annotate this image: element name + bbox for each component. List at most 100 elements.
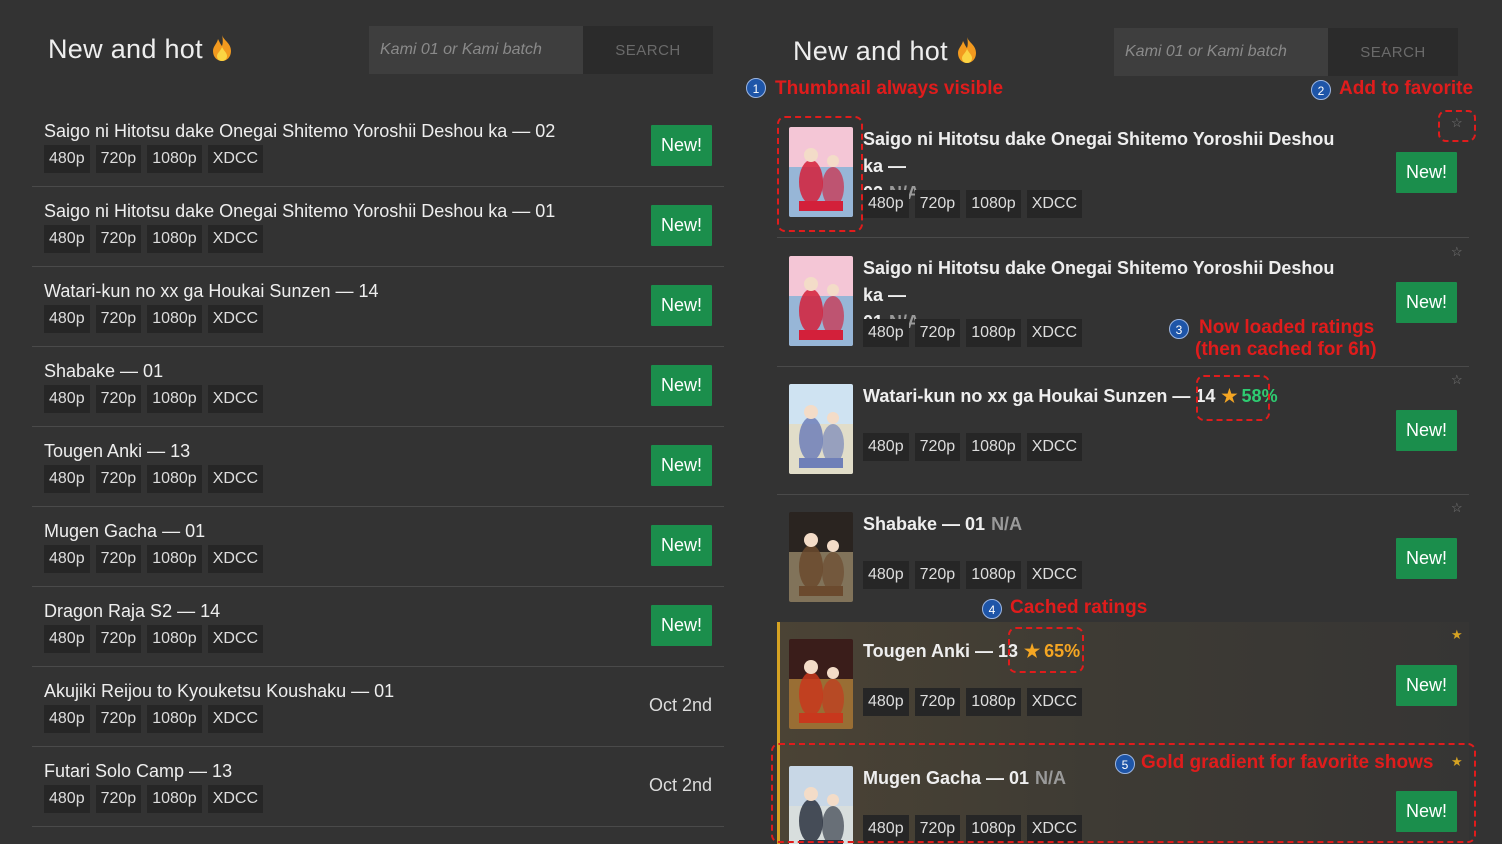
quality-tag-xdcc[interactable]: XDCC [207,465,264,493]
quality-tag-1080p[interactable]: 1080p [147,225,202,253]
quality-tag-720p[interactable]: 720p [95,305,142,333]
quality-tag-xdcc[interactable]: XDCC [207,545,264,573]
quality-tag-1080p[interactable]: 1080p [966,319,1021,347]
quality-tag-xdcc[interactable]: XDCC [1026,319,1083,347]
quality-tag-480p[interactable]: 480p [44,625,90,653]
quality-tag-480p[interactable]: 480p [863,433,909,461]
new-badge[interactable]: New! [651,365,712,406]
episode-title[interactable]: Shabake — 01 [44,361,163,382]
quality-tag-xdcc[interactable]: XDCC [207,625,264,653]
annotation-badge-3: 3 [1169,319,1189,339]
search-input[interactable] [1114,28,1328,76]
episode-title[interactable]: Mugen Gacha — 01 [44,521,205,542]
new-badge[interactable]: New! [1396,665,1457,706]
episode-title[interactable]: Watari-kun no xx ga Houkai Sunzen — 14 [44,281,379,302]
quality-tag-720p[interactable]: 720p [914,433,961,461]
episode-title[interactable]: Futari Solo Camp — 13 [44,761,232,782]
quality-tag-480p[interactable]: 480p [44,225,90,253]
episode-title[interactable]: Saigo ni Hitotsu dake Onegai Shitemo Yor… [44,201,555,222]
annotation-badge-4: 4 [982,599,1002,619]
quality-tag-xdcc[interactable]: XDCC [207,305,264,333]
favorite-star-icon[interactable]: ☆ [1451,372,1463,388]
episode-thumbnail[interactable] [789,256,853,346]
search-button[interactable]: SEARCH [1328,28,1458,76]
quality-tag-720p[interactable]: 720p [914,190,961,218]
new-badge[interactable]: New! [651,285,712,326]
quality-tag-xdcc[interactable]: XDCC [1026,688,1083,716]
favorite-star-icon[interactable]: ☆ [1451,500,1463,516]
quality-tag-720p[interactable]: 720p [95,145,142,173]
annotation-box-rating-cached [1008,627,1084,673]
search-input[interactable] [369,26,583,74]
episode-title[interactable]: Saigo ni Hitotsu dake Onegai Shitemo Yor… [44,121,555,142]
episode-title-text: Watari-kun no xx ga Houkai Sunzen — 14 [863,386,1216,406]
quality-tag-720p[interactable]: 720p [95,785,142,813]
quality-tag-480p[interactable]: 480p [44,385,90,413]
quality-tag-480p[interactable]: 480p [44,305,90,333]
quality-tag-xdcc[interactable]: XDCC [207,785,264,813]
new-badge[interactable]: New! [1396,538,1457,579]
episode-title[interactable]: Shabake — 01 N/A [863,511,1358,538]
quality-tag-720p[interactable]: 720p [914,319,961,347]
quality-tag-720p[interactable]: 720p [914,688,961,716]
new-badge[interactable]: New! [651,605,712,646]
quality-tag-1080p[interactable]: 1080p [147,305,202,333]
favorite-star-icon[interactable]: ☆ [1451,244,1463,260]
new-badge[interactable]: New! [651,445,712,486]
quality-tag-1080p[interactable]: 1080p [966,688,1021,716]
quality-tag-1080p[interactable]: 1080p [147,625,202,653]
new-badge[interactable]: New! [651,205,712,246]
quality-tag-1080p[interactable]: 1080p [966,433,1021,461]
quality-tag-xdcc[interactable]: XDCC [1026,561,1083,589]
quality-tag-720p[interactable]: 720p [95,225,142,253]
new-badge[interactable]: New! [1396,282,1457,323]
search-button[interactable]: SEARCH [583,26,713,74]
episode-title[interactable]: Tougen Anki — 13 [44,441,190,462]
quality-tag-720p[interactable]: 720p [95,385,142,413]
quality-tag-1080p[interactable]: 1080p [147,145,202,173]
quality-tag-480p[interactable]: 480p [863,190,909,218]
quality-tag-xdcc[interactable]: XDCC [207,145,264,173]
quality-tag-xdcc[interactable]: XDCC [207,385,264,413]
quality-tag-480p[interactable]: 480p [44,465,90,493]
episode-thumbnail[interactable] [789,384,853,474]
quality-tag-1080p[interactable]: 1080p [147,465,202,493]
quality-tag-xdcc[interactable]: XDCC [1026,433,1083,461]
quality-tags: 480p 720p 1080p XDCC [44,305,264,333]
quality-tag-480p[interactable]: 480p [863,319,909,347]
new-badge[interactable]: New! [651,525,712,566]
quality-tag-480p[interactable]: 480p [44,785,90,813]
quality-tag-720p[interactable]: 720p [914,561,961,589]
quality-tag-720p[interactable]: 720p [95,545,142,573]
quality-tag-xdcc[interactable]: XDCC [1026,190,1083,218]
quality-tag-xdcc[interactable]: XDCC [207,225,264,253]
favorite-star-filled-icon[interactable]: ★ [1451,627,1463,643]
episode-row: Shabake — 01 480p 720p 1080p XDCC New! [32,347,724,427]
episode-thumbnail[interactable] [789,639,853,729]
episode-title[interactable]: Dragon Raja S2 — 14 [44,601,220,622]
episode-title[interactable]: Tougen Anki — 13 ★ 65% [863,638,1358,665]
quality-tag-480p[interactable]: 480p [44,705,90,733]
quality-tag-1080p[interactable]: 1080p [147,705,202,733]
quality-tag-1080p[interactable]: 1080p [147,545,202,573]
quality-tag-480p[interactable]: 480p [863,688,909,716]
annotation-box-thumbnail [777,116,863,232]
quality-tag-480p[interactable]: 480p [863,561,909,589]
new-badge[interactable]: New! [1396,410,1457,451]
quality-tag-1080p[interactable]: 1080p [147,785,202,813]
quality-tag-1080p[interactable]: 1080p [966,561,1021,589]
episode-thumbnail[interactable] [789,512,853,602]
episode-title[interactable]: Akujiki Reijou to Kyouketsu Koushaku — 0… [44,681,394,702]
quality-tag-1080p[interactable]: 1080p [966,190,1021,218]
quality-tag-xdcc[interactable]: XDCC [207,705,264,733]
quality-tag-1080p[interactable]: 1080p [147,385,202,413]
quality-tag-480p[interactable]: 480p [44,545,90,573]
quality-tag-480p[interactable]: 480p [44,145,90,173]
episode-title[interactable]: Watari-kun no xx ga Houkai Sunzen — 14 ★ 5… [863,383,1358,410]
quality-tag-720p[interactable]: 720p [95,705,142,733]
quality-tag-720p[interactable]: 720p [95,625,142,653]
quality-tag-720p[interactable]: 720p [95,465,142,493]
quality-tags: 480p 720p 1080p XDCC [863,190,1083,218]
new-badge[interactable]: New! [1396,152,1457,193]
new-badge[interactable]: New! [651,125,712,166]
